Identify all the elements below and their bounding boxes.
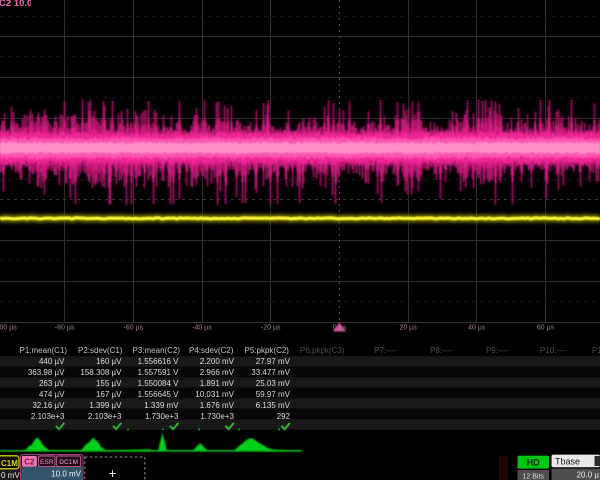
svg-text:1.730e+3: 1.730e+3	[145, 412, 179, 421]
svg-text:-60 µs: -60 µs	[123, 325, 143, 332]
svg-text:474 µV: 474 µV	[39, 390, 65, 399]
svg-text:10.0 mV: 10.0 mV	[51, 469, 81, 478]
svg-text:P8:----: P8:----	[430, 346, 453, 355]
svg-text:P1: P1	[592, 346, 600, 355]
svg-text:25.03 mV: 25.03 mV	[256, 379, 291, 388]
svg-text:1.556645 V: 1.556645 V	[138, 390, 180, 399]
svg-text:20.0 µ: 20.0 µ	[577, 471, 600, 480]
svg-text:160 µV: 160 µV	[96, 357, 122, 366]
svg-text:P4:sdev(C2): P4:sdev(C2)	[189, 346, 234, 355]
svg-text:1.556616 V: 1.556616 V	[138, 357, 180, 366]
svg-text:440 µV: 440 µV	[39, 357, 65, 366]
svg-text:1.676 mV: 1.676 mV	[200, 401, 235, 410]
svg-text:6.135 mV: 6.135 mV	[256, 401, 291, 410]
svg-text:167 µV: 167 µV	[96, 390, 122, 399]
svg-text:2.966 mV: 2.966 mV	[200, 368, 235, 377]
svg-text:ESR: ESR	[40, 459, 54, 466]
svg-text:C1M: C1M	[1, 459, 18, 468]
svg-text:+: +	[108, 465, 116, 480]
svg-text:33.477 mV: 33.477 mV	[251, 368, 290, 377]
svg-text:263 µV: 263 µV	[39, 379, 65, 388]
svg-text:60 µs: 60 µs	[537, 325, 555, 332]
svg-text:10.031 mV: 10.031 mV	[195, 390, 234, 399]
svg-text:2.200 mV: 2.200 mV	[200, 357, 235, 366]
svg-text:1.399 µV: 1.399 µV	[89, 401, 122, 410]
svg-text:-40 µs: -40 µs	[192, 325, 212, 332]
svg-text:1.557591 V: 1.557591 V	[138, 368, 180, 377]
svg-text:1.891 mV: 1.891 mV	[200, 379, 235, 388]
svg-text:2.103e+3: 2.103e+3	[88, 412, 122, 421]
svg-text:DC1M: DC1M	[59, 459, 78, 466]
svg-text:P5:pkpk(C2): P5:pkpk(C2)	[245, 346, 290, 355]
svg-text:P2:sdev(C1): P2:sdev(C1)	[78, 346, 123, 355]
svg-text:20 µs: 20 µs	[399, 325, 417, 332]
svg-text:0 mV: 0 mV	[1, 471, 20, 480]
svg-text:0 µs: 0 µs	[333, 325, 347, 332]
svg-text:2.103e+3: 2.103e+3	[31, 412, 65, 421]
svg-text:P9:----: P9:----	[486, 346, 509, 355]
svg-text:P1:mean(C1): P1:mean(C1)	[20, 346, 68, 355]
svg-text:59.97 mV: 59.97 mV	[256, 390, 291, 399]
svg-text:P10:----: P10:----	[540, 346, 567, 355]
svg-text:40 µs: 40 µs	[468, 325, 486, 332]
svg-text:158.308 µV: 158.308 µV	[80, 368, 122, 377]
svg-text:363.98 µV: 363.98 µV	[28, 368, 65, 377]
svg-text:32.16 µV: 32.16 µV	[32, 401, 65, 410]
svg-text:Tbase: Tbase	[555, 456, 580, 466]
svg-text:C2: C2	[24, 457, 35, 466]
svg-text:292: 292	[277, 412, 291, 421]
svg-text:1.339 mV: 1.339 mV	[144, 401, 179, 410]
svg-text:-80 µs: -80 µs	[55, 325, 75, 332]
svg-text:P3:mean(C2): P3:mean(C2)	[133, 346, 181, 355]
svg-text:HD: HD	[527, 458, 540, 468]
svg-text:27.97 mV: 27.97 mV	[256, 357, 291, 366]
svg-text:1.730e+3: 1.730e+3	[200, 412, 234, 421]
svg-text:P6:pkpk(C3): P6:pkpk(C3)	[300, 346, 345, 355]
svg-text:-100 µs: -100 µs	[0, 325, 17, 332]
svg-text:155 µV: 155 µV	[96, 379, 122, 388]
svg-text:P7:----: P7:----	[374, 346, 397, 355]
svg-text:1.550084 V: 1.550084 V	[138, 379, 180, 388]
svg-text:-20 µs: -20 µs	[261, 325, 281, 332]
svg-text:12 Bits: 12 Bits	[522, 473, 544, 480]
